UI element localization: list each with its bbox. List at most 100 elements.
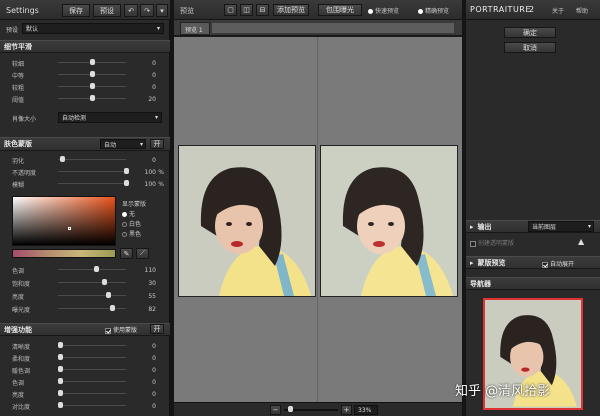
- detail-section-header[interactable]: 细节平滑: [0, 40, 170, 53]
- slider-label: 模糊: [12, 181, 25, 189]
- slider-knob[interactable]: [58, 378, 63, 384]
- tab-preview-1[interactable]: 预览 1: [180, 22, 210, 35]
- slider-row: 对比度 0: [0, 400, 170, 412]
- tab-label: 预览 1: [185, 27, 203, 34]
- mask-display-radio[interactable]: 无: [122, 209, 168, 219]
- settings-title: Settings: [6, 6, 39, 15]
- slider-value: 0: [152, 378, 156, 386]
- slider-track[interactable]: [58, 168, 129, 174]
- hand-tool-icon[interactable]: −: [270, 405, 281, 415]
- preview-area: [174, 37, 462, 402]
- mask-preview-label: 蒙版预览: [477, 258, 506, 267]
- mask-display-radio[interactable]: 黑色: [122, 229, 168, 239]
- preset-select[interactable]: 默认 ▾: [22, 23, 164, 34]
- slider-knob[interactable]: [58, 342, 63, 348]
- help-link[interactable]: 帮助: [576, 6, 588, 15]
- slider-track[interactable]: [58, 378, 126, 384]
- save-button[interactable]: 保存: [62, 4, 90, 17]
- chevron-down-icon[interactable]: ▾: [156, 4, 168, 17]
- slider-track[interactable]: [58, 59, 126, 65]
- split-horizontal-icon[interactable]: ◫: [240, 4, 253, 16]
- preset-button[interactable]: 预设: [93, 4, 121, 17]
- slider-track[interactable]: [58, 279, 126, 285]
- slider-knob[interactable]: [90, 83, 95, 89]
- slider-track[interactable]: [58, 95, 126, 101]
- slider-knob[interactable]: [58, 354, 63, 360]
- slider-knob[interactable]: [90, 59, 95, 65]
- slider-label: 柔和度: [12, 355, 31, 363]
- retouched-image[interactable]: [320, 145, 458, 297]
- auto-expand-label: 自动展开: [550, 261, 575, 268]
- slider-unit: %: [158, 180, 164, 188]
- slider-knob[interactable]: [60, 156, 65, 162]
- slider-knob[interactable]: [106, 292, 111, 298]
- bracket-exposure-button[interactable]: 包围曝光: [318, 4, 362, 16]
- slider-knob[interactable]: [124, 180, 129, 186]
- slider-track[interactable]: [58, 71, 126, 77]
- slider-label: 羽化: [12, 157, 25, 165]
- right-panel: PORTRAITURE 2 关于 帮助 确定 取消 ▸ 输出 当前图层 ▾ 创建透明…: [466, 0, 600, 416]
- cancel-button[interactable]: 取消: [504, 42, 556, 53]
- split-vertical-icon[interactable]: ⊟: [256, 4, 269, 16]
- mask-preview-section[interactable]: ▸ 蒙版预览: [466, 256, 600, 269]
- slider-track[interactable]: [58, 266, 126, 272]
- about-link[interactable]: 关于: [552, 6, 564, 15]
- mask-mode-value: 自动: [104, 141, 117, 149]
- slider-value: 100: [144, 168, 156, 176]
- zoom-select[interactable]: 33%: [354, 405, 378, 415]
- enhance-section-header[interactable]: 增强功能: [0, 323, 170, 336]
- slider-track[interactable]: [58, 292, 126, 298]
- use-mask-checkbox[interactable]: 使用蒙版: [105, 325, 137, 334]
- fast-preview-radio[interactable]: 快速预览: [368, 6, 399, 15]
- color-picker[interactable]: [12, 196, 116, 246]
- portrait-size-label: 肖像大小: [12, 116, 37, 123]
- auto-expand-checkbox[interactable]: 自动展开: [542, 259, 574, 268]
- single-view-icon[interactable]: ▢: [224, 4, 237, 16]
- create-mask-label: 创建透明蒙版: [478, 240, 515, 247]
- slider-track[interactable]: [58, 180, 129, 186]
- slider-track[interactable]: [58, 402, 126, 408]
- eyedropper-minus-icon[interactable]: ⟋: [136, 248, 149, 259]
- create-mask-checkbox[interactable]: 创建透明蒙版: [470, 238, 514, 247]
- hue-strip[interactable]: [12, 249, 116, 258]
- slider-track[interactable]: [58, 390, 126, 396]
- slider-knob[interactable]: [58, 366, 63, 372]
- slider-track[interactable]: [58, 366, 126, 372]
- eyedropper-icon[interactable]: ✎: [120, 248, 133, 259]
- slider-knob[interactable]: [102, 279, 107, 285]
- redo-icon[interactable]: ↷: [140, 4, 154, 17]
- zoom-in-icon[interactable]: +: [341, 405, 352, 415]
- status-bar: − + 33%: [174, 402, 462, 416]
- slider-track[interactable]: [58, 156, 126, 162]
- precise-preview-radio[interactable]: 精确预览: [418, 6, 449, 15]
- slider-track[interactable]: [58, 305, 126, 311]
- undo-icon[interactable]: ↶: [124, 4, 138, 17]
- radio-icon: [368, 9, 373, 14]
- slider-value: 0: [152, 402, 156, 410]
- slider-knob[interactable]: [124, 168, 129, 174]
- slider-track[interactable]: [58, 342, 126, 348]
- zoom-knob[interactable]: [288, 406, 293, 412]
- original-image[interactable]: [178, 145, 316, 297]
- slider-knob[interactable]: [58, 402, 63, 408]
- slider-track[interactable]: [58, 83, 126, 89]
- enhance-toggle-button[interactable]: 开: [150, 324, 164, 334]
- mask-mode-select[interactable]: 自动 ▾: [100, 139, 146, 149]
- slider-knob[interactable]: [58, 390, 63, 396]
- slider-knob[interactable]: [110, 305, 115, 311]
- slider-knob[interactable]: [90, 95, 95, 101]
- slider-track[interactable]: [58, 354, 126, 360]
- mask-display-radio[interactable]: 白色: [122, 219, 168, 229]
- mask-toggle-button[interactable]: 开: [150, 139, 164, 149]
- ok-button[interactable]: 确定: [504, 27, 556, 38]
- slider-knob[interactable]: [94, 266, 99, 272]
- slider-label: 亮度: [12, 294, 25, 301]
- slider-knob[interactable]: [90, 71, 95, 77]
- output-select[interactable]: 当前图层 ▾: [528, 221, 594, 232]
- navigator-section[interactable]: 导航器: [466, 277, 600, 290]
- portrait-size-select[interactable]: 自动检测 ▾: [58, 112, 162, 123]
- add-preview-button[interactable]: 添加预览: [273, 4, 309, 16]
- skin-mask-section-title: 肤色蒙版: [4, 140, 32, 148]
- zoom-slider[interactable]: [284, 406, 338, 412]
- warning-icon: ▲: [578, 237, 585, 246]
